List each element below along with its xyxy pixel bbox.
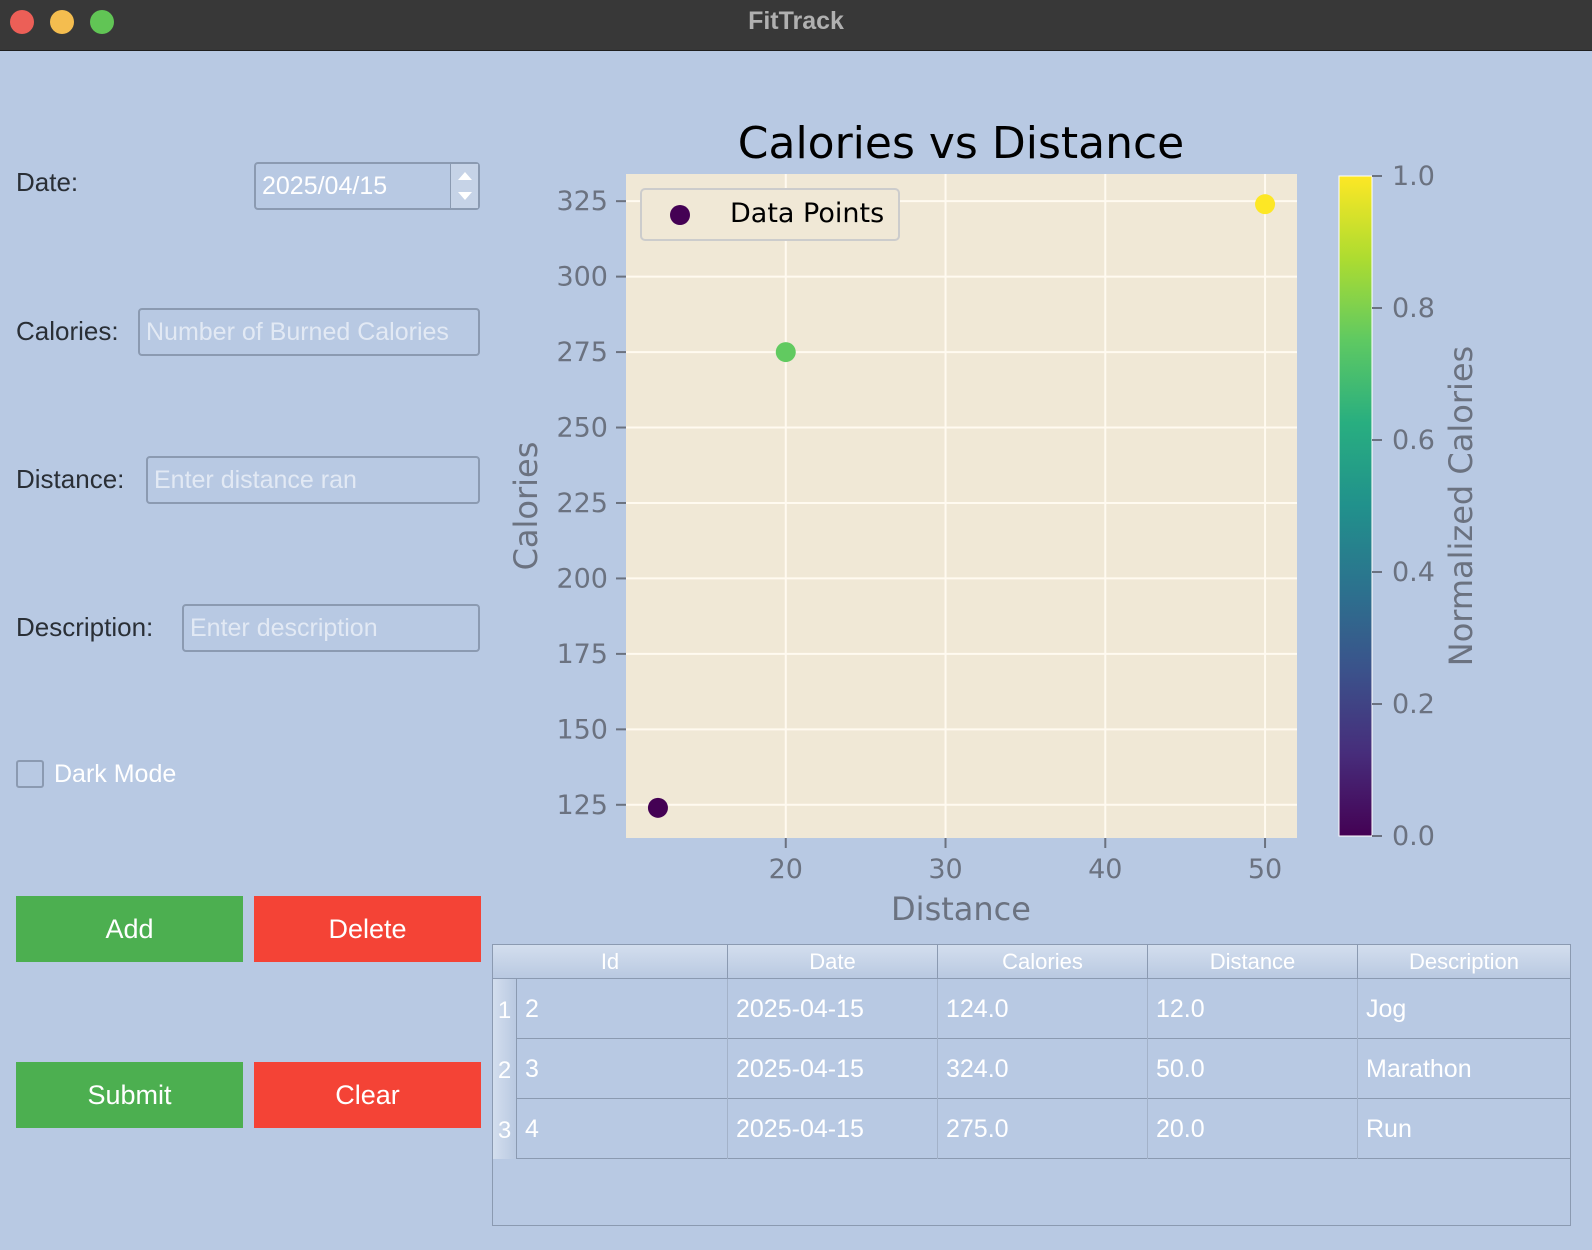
- y-tick-label: 300: [556, 262, 608, 293]
- cell-description[interactable]: Marathon: [1358, 1039, 1570, 1099]
- y-tick-label: 125: [556, 790, 608, 821]
- colorbar-tick-label: 0.6: [1392, 425, 1435, 456]
- legend: Data Points: [640, 188, 900, 241]
- description-field[interactable]: [182, 604, 480, 652]
- x-tick-label: 40: [1088, 854, 1122, 885]
- cell-distance[interactable]: 50.0: [1148, 1039, 1358, 1099]
- cell-calories[interactable]: 275.0: [938, 1099, 1148, 1159]
- row-number[interactable]: 1: [493, 979, 517, 1039]
- colorbar-tick-label: 0.8: [1392, 293, 1435, 324]
- spin-down-icon[interactable]: [458, 192, 472, 200]
- table-row[interactable]: 2 3 2025-04-15 324.0 50.0 Marathon: [493, 1039, 1570, 1099]
- column-header-date[interactable]: Date: [728, 945, 938, 979]
- y-tick-label: 150: [556, 714, 608, 745]
- calories-vs-distance-chart: Calories vs Distance 125 150 175 200 225 250 2…: [507, 118, 1480, 928]
- cell-description[interactable]: Jog: [1358, 979, 1570, 1039]
- y-tick-label: 225: [556, 488, 608, 519]
- y-tick-label: 275: [556, 337, 608, 368]
- data-point: [1255, 194, 1276, 215]
- x-tick-label: 30: [928, 854, 962, 885]
- cell-description[interactable]: Run: [1358, 1099, 1570, 1159]
- add-button[interactable]: Add: [16, 896, 243, 962]
- cell-distance[interactable]: 20.0: [1148, 1099, 1358, 1159]
- table-row[interactable]: 1 2 2025-04-15 124.0 12.0 Jog: [493, 979, 1570, 1039]
- calories-label: Calories:: [16, 316, 119, 346]
- x-axis-ticks: 20 30 40 50: [769, 838, 1282, 885]
- column-header-calories[interactable]: Calories: [938, 945, 1148, 979]
- table-header: Id Date Calories Distance Description: [493, 945, 1570, 979]
- colorbar-tick-label: 1.0: [1392, 161, 1435, 192]
- distance-field[interactable]: [146, 456, 480, 504]
- colorbar-tick-label: 0.2: [1392, 689, 1435, 720]
- window-title: FitTrack: [748, 7, 844, 35]
- y-axis-ticks: 125 150 175 200 225 250 275 300 325: [556, 186, 626, 821]
- column-header-description[interactable]: Description: [1358, 945, 1570, 979]
- cell-date[interactable]: 2025-04-15: [728, 1099, 938, 1159]
- legend-label: Data Points: [730, 198, 884, 229]
- date-spin-buttons[interactable]: [450, 164, 478, 208]
- row-number[interactable]: 2: [493, 1039, 517, 1099]
- submit-button[interactable]: Submit: [16, 1062, 243, 1128]
- cell-distance[interactable]: 12.0: [1148, 979, 1358, 1039]
- cell-calories[interactable]: 324.0: [938, 1039, 1148, 1099]
- delete-button[interactable]: Delete: [254, 896, 481, 962]
- workout-table[interactable]: Id Date Calories Distance Description 1 …: [492, 944, 1571, 1226]
- row-number[interactable]: 3: [493, 1099, 517, 1159]
- x-tick-label: 50: [1248, 854, 1282, 885]
- date-label: Date:: [16, 167, 79, 197]
- data-point: [647, 797, 668, 818]
- y-tick-label: 200: [556, 563, 608, 594]
- colorbar-tick-label: 0.0: [1392, 821, 1435, 852]
- distance-label: Distance:: [16, 464, 125, 494]
- y-tick-label: 175: [556, 639, 608, 670]
- calories-input[interactable]: [140, 310, 478, 354]
- cell-date[interactable]: 2025-04-15: [728, 979, 938, 1039]
- colorbar-ticks: 0.0 0.2 0.4 0.6 0.8 1.0: [1372, 161, 1435, 852]
- cell-id[interactable]: 4: [517, 1099, 728, 1159]
- cell-id[interactable]: 2: [517, 979, 728, 1039]
- fittrack-window: FitTrack Date: Calories: Distance: Descr…: [0, 0, 1592, 1250]
- table-row[interactable]: 3 4 2025-04-15 275.0 20.0 Run: [493, 1099, 1570, 1159]
- clear-button[interactable]: Clear: [254, 1062, 481, 1128]
- cell-calories[interactable]: 124.0: [938, 979, 1148, 1039]
- date-input[interactable]: [256, 164, 478, 208]
- y-tick-label: 325: [556, 186, 608, 217]
- y-tick-label: 250: [556, 413, 608, 444]
- calories-field[interactable]: [138, 308, 480, 356]
- description-label: Description:: [16, 612, 154, 642]
- spin-up-icon[interactable]: [458, 172, 472, 180]
- dark-mode-checkbox[interactable]: [16, 760, 44, 788]
- dark-mode-label[interactable]: Dark Mode: [54, 760, 176, 789]
- colorbar-label: Normalized Calories: [1442, 346, 1480, 666]
- column-header-id[interactable]: Id: [493, 945, 728, 979]
- title-bar: FitTrack: [0, 0, 1592, 51]
- cell-id[interactable]: 3: [517, 1039, 728, 1099]
- description-input[interactable]: [184, 606, 478, 650]
- plot-area: [626, 174, 1297, 838]
- colorbar-tick-label: 0.4: [1392, 557, 1435, 588]
- data-point: [775, 342, 796, 363]
- date-spinbox[interactable]: [254, 162, 480, 210]
- y-axis-label: Calories: [507, 442, 545, 571]
- x-tick-label: 20: [769, 854, 803, 885]
- cell-date[interactable]: 2025-04-15: [728, 1039, 938, 1099]
- colorbar: [1338, 175, 1373, 837]
- chart-title: Calories vs Distance: [738, 118, 1184, 169]
- column-header-distance[interactable]: Distance: [1148, 945, 1358, 979]
- x-axis-label: Distance: [891, 890, 1031, 928]
- legend-marker: [670, 205, 690, 225]
- distance-input[interactable]: [148, 458, 478, 502]
